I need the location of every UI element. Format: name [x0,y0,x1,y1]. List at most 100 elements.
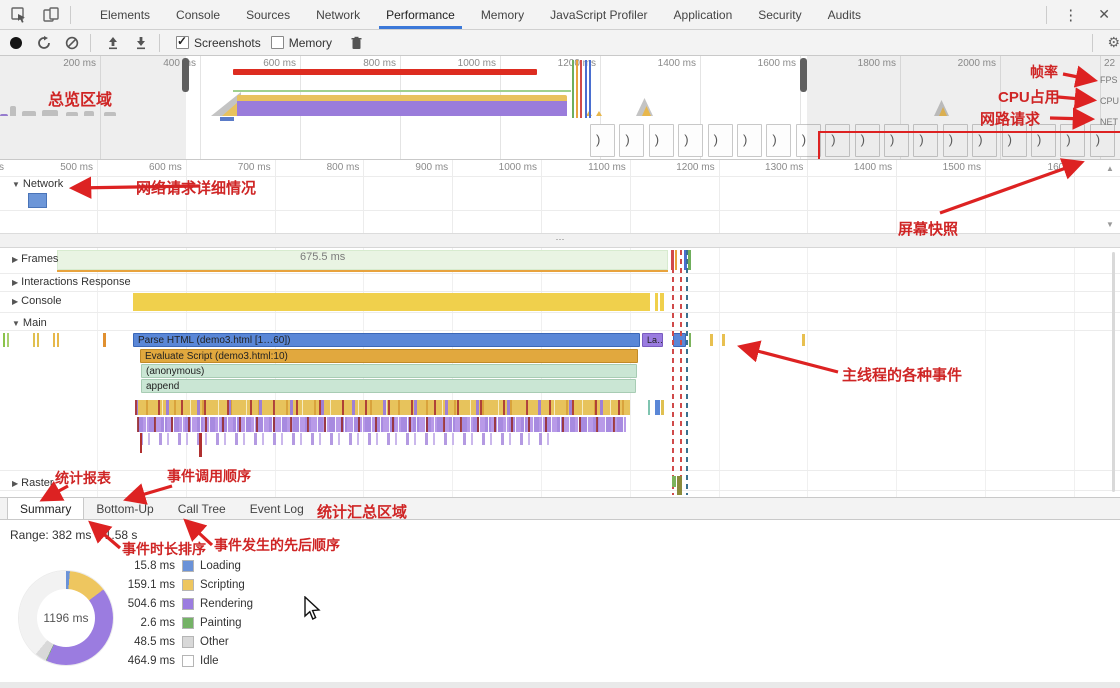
append-fn-bar[interactable]: append [141,379,636,393]
timeline-overview[interactable]: 200 ms400 ms600 ms800 ms1000 ms1200 ms14… [0,56,1120,160]
screenshot-thumbnail[interactable]: ) [590,124,615,157]
tab-audits[interactable]: Audits [815,0,874,29]
gridline [719,160,720,233]
ruler-tick-label: 500 ms [13,162,93,173]
fps-line [233,90,571,92]
screenshots-checkbox[interactable]: Screenshots [176,36,261,50]
main-track-label[interactable]: ▼Main [12,317,47,329]
triangle-right-icon: ▶ [12,278,18,287]
settings-gear-icon[interactable]: ⚙ [1107,34,1120,51]
legend-row-idle: 464.9 msIdle [115,651,253,670]
record-button[interactable] [4,33,28,53]
screenshot-thumbnail[interactable]: ) [766,124,791,157]
frames-track-label[interactable]: ▶Frames [12,253,58,265]
load-profile-icon[interactable] [101,33,125,53]
event-tick [648,400,650,415]
fmp-marker-solid [675,250,677,270]
cpu-rendering-area [237,101,567,116]
tab-javascript-profiler[interactable]: JavaScript Profiler [537,0,660,29]
fmp-marker [576,60,578,118]
layout-bar[interactable]: La…6) [642,333,663,347]
frame-duration: 675.5 ms [300,251,345,263]
tab-elements[interactable]: Elements [87,0,163,29]
memory-checkbox[interactable]: Memory [271,36,332,50]
ruler-tick-label: 800 ms [279,162,359,173]
interactions-track-label[interactable]: ▶Interactions Response [12,276,131,288]
legend-label: Idle [200,655,219,667]
device-toolbar-icon[interactable] [38,4,64,26]
tab-security[interactable]: Security [745,0,814,29]
annotation-overview-area: 总览区域 [48,86,112,110]
triangle-down-icon: ▼ [12,180,20,189]
overview-tick-label: 600 ms [220,58,296,69]
divider [159,34,160,52]
screenshot-thumbnail[interactable]: ) [649,124,674,157]
annotation-summary-area: 统计汇总区域 [317,501,407,522]
screenshots-label: Screenshots [194,36,261,50]
inspect-icon[interactable] [6,4,32,26]
devtools-header: ElementsConsoleSourcesNetworkPerformance… [0,0,1120,30]
detail-tab-call-tree[interactable]: Call Tree [166,498,238,519]
console-track-label[interactable]: ▶Console [12,295,62,307]
triangle-down-icon: ▼ [12,319,20,328]
divider [0,273,1120,274]
parse-html-bar[interactable]: Parse HTML (demo3.html [1…60]) [133,333,640,347]
triangle-right-icon: ▶ [12,479,18,488]
long-task-drip [140,433,142,453]
console-task-bar[interactable] [133,293,650,311]
divider [70,6,71,24]
network-section-label[interactable]: ▼Network [12,178,63,190]
annotation-duration-sort: 事件时长排序 [122,539,206,559]
triangle-right-icon: ▶ [12,297,18,306]
gridline [97,160,98,233]
tab-network[interactable]: Network [303,0,373,29]
gridline [275,160,276,233]
close-icon[interactable]: ✕ [1088,6,1120,23]
annotation-net: 网路请求 [980,108,1040,129]
screenshot-thumbnail[interactable]: ) [708,124,733,157]
evaluate-script-bar[interactable]: Evaluate Script (demo3.html:10) [140,349,638,363]
network-request-block[interactable] [28,193,47,208]
divider [0,291,1120,292]
load-marker-dashed [672,250,674,495]
tab-memory[interactable]: Memory [468,0,537,29]
screenshot-thumbnail[interactable]: ) [737,124,762,157]
more-options-icon[interactable]: ⋮ [1053,6,1088,24]
detail-tab-event-log[interactable]: Event Log [238,498,316,519]
ruler-tick-label: 1600 [990,162,1070,173]
flame-scrollbar[interactable] [1112,252,1115,492]
tab-performance[interactable]: Performance [373,0,468,29]
detail-tab-summary[interactable]: Summary [7,498,84,519]
window-left-handle[interactable] [182,58,189,92]
clear-icon[interactable] [60,33,84,53]
detail-tab-bottom-up[interactable]: Bottom-Up [84,498,165,519]
main-activity-row2[interactable] [137,417,626,432]
raster-track-label[interactable]: ▶Raster [12,477,54,489]
tab-console[interactable]: Console [163,0,233,29]
reload-record-button[interactable] [32,33,56,53]
event-tick [661,400,664,415]
scroll-up-icon[interactable]: ▲ [1106,164,1114,173]
screenshot-thumbnail[interactable]: ) [619,124,644,157]
annotation-call-order: 事件调用顺序 [167,466,251,486]
trash-icon[interactable] [344,33,368,53]
main-activity-row1[interactable] [135,400,630,415]
main-activity-row3[interactable] [140,433,555,445]
tab-application[interactable]: Application [661,0,746,29]
ruler-tick-label: 1400 ms [812,162,892,173]
anonymous-fn-bar[interactable]: (anonymous) [141,364,637,378]
frames-bar[interactable] [57,250,668,270]
screenshot-thumbnail[interactable]: ) [678,124,703,157]
long-task-drip [199,433,202,457]
scroll-down-icon[interactable]: ▼ [1106,220,1114,229]
legend-value: 15.8 ms [115,560,175,572]
overview-network-bar [220,117,234,121]
divider [1092,34,1093,52]
divider [0,490,1120,491]
annotation-rect-screenshots [818,131,1120,160]
event-tick [3,333,5,347]
window-right-handle[interactable] [800,58,807,92]
ruler-tick-label: 1200 ms [635,162,715,173]
save-profile-icon[interactable] [129,33,153,53]
tab-sources[interactable]: Sources [233,0,303,29]
